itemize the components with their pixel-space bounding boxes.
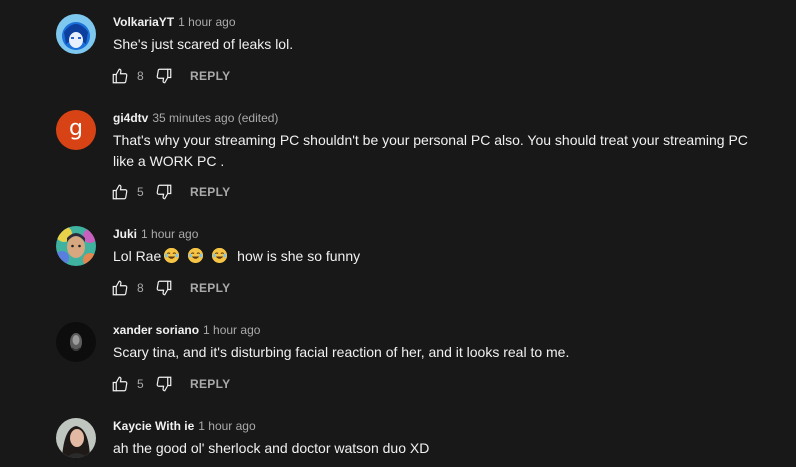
thumbs-down-icon — [156, 376, 172, 392]
laughing-emoji-icon — [212, 248, 228, 263]
author-name[interactable]: Kaycie With ie — [113, 419, 194, 433]
timestamp[interactable]: 1 hour ago — [178, 15, 235, 29]
dislike-button[interactable] — [154, 182, 174, 202]
like-count: 5 — [137, 185, 144, 199]
author-name[interactable]: VolkariaYT — [113, 15, 174, 29]
comment-actions: 5 REPLY — [110, 372, 230, 396]
timestamp[interactable]: 1 hour ago — [141, 227, 198, 241]
dislike-button[interactable] — [154, 278, 174, 298]
thumbs-up-icon — [112, 280, 128, 296]
dislike-button[interactable] — [154, 66, 174, 86]
author-name[interactable]: gi4dtv — [113, 111, 148, 125]
reply-button[interactable]: REPLY — [190, 69, 230, 83]
comment-actions: 5 REPLY — [110, 180, 230, 204]
comment-text: She's just scared of leaks lol. — [113, 36, 294, 52]
thumbs-down-icon — [156, 280, 172, 296]
like-button[interactable] — [110, 278, 130, 298]
avatar[interactable] — [56, 14, 96, 54]
like-button[interactable] — [110, 374, 130, 394]
avatar[interactable] — [56, 322, 96, 362]
comment-text-line: That's why your streaming PC shouldn't b… — [113, 132, 748, 148]
comment-header: xander soriano 1 hour ago — [113, 322, 260, 338]
comment-text-prefix: Lol Rae — [113, 248, 162, 264]
dislike-button[interactable] — [154, 374, 174, 394]
laughing-emoji-icon — [164, 248, 180, 263]
comment-actions: 8 REPLY — [110, 64, 230, 88]
comment-text: ah the good ol' sherlock and doctor wats… — [113, 440, 430, 456]
comment-text-line: like a WORK PC . — [113, 153, 225, 169]
timestamp[interactable]: 1 hour ago — [198, 419, 255, 433]
comment-actions: 8 REPLY — [110, 276, 230, 300]
comment-header: Juki 1 hour ago — [113, 226, 198, 242]
avatar-letter: g — [69, 115, 83, 141]
comment-header: gi4dtv 35 minutes ago (edited) — [113, 110, 278, 126]
comment-text: Lol Rae how is she so funny — [113, 246, 763, 267]
reply-button[interactable]: REPLY — [190, 377, 230, 391]
author-name[interactable]: Juki — [113, 227, 137, 241]
comment-text-suffix: how is she so funny — [237, 248, 361, 264]
avatar[interactable]: g — [56, 110, 96, 150]
reply-button[interactable]: REPLY — [190, 185, 230, 199]
comment-text: That's why your streaming PC shouldn't b… — [113, 130, 763, 172]
thumbs-down-icon — [156, 184, 172, 200]
thumbs-up-icon — [112, 68, 128, 84]
author-name[interactable]: xander soriano — [113, 323, 199, 337]
reply-button[interactable]: REPLY — [190, 281, 230, 295]
thumbs-up-icon — [112, 184, 128, 200]
like-button[interactable] — [110, 66, 130, 86]
like-count: 8 — [137, 69, 144, 83]
thumbs-up-icon — [112, 376, 128, 392]
comment-header: VolkariaYT 1 hour ago — [113, 14, 236, 30]
avatar[interactable] — [56, 226, 96, 266]
avatar[interactable] — [56, 418, 96, 458]
comment-text: Scary tina, and it's disturbing facial r… — [113, 344, 570, 360]
laughing-emoji-icon — [188, 248, 204, 263]
like-count: 5 — [137, 377, 144, 391]
like-count: 8 — [137, 281, 144, 295]
timestamp[interactable]: 1 hour ago — [203, 323, 260, 337]
thumbs-down-icon — [156, 68, 172, 84]
comment-header: Kaycie With ie 1 hour ago — [113, 418, 256, 434]
like-button[interactable] — [110, 182, 130, 202]
timestamp[interactable]: 35 minutes ago (edited) — [152, 111, 278, 125]
